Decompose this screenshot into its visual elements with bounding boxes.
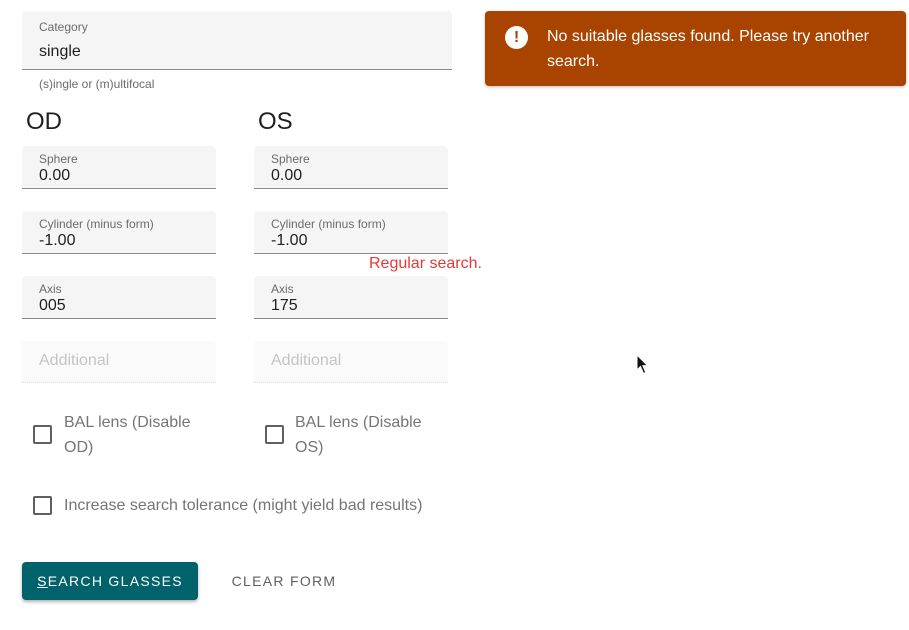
- category-label: Category: [39, 20, 88, 34]
- mouse-cursor-icon: [636, 354, 649, 375]
- od-bal-label[interactable]: BAL lens (Disable OD): [64, 410, 214, 460]
- category-field[interactable]: Category single: [22, 11, 452, 70]
- os-sphere-value: 0.00: [271, 167, 303, 184]
- os-sphere-label: Sphere: [271, 152, 310, 166]
- clear-form-button[interactable]: CLEAR FORM: [218, 562, 350, 600]
- search-mode-note: Regular search.: [369, 255, 482, 272]
- od-additional-placeholder: Additional: [39, 352, 110, 369]
- category-value: single: [39, 43, 81, 60]
- os-axis-label: Axis: [271, 282, 294, 296]
- exclamation-icon: !: [505, 26, 528, 49]
- os-bal-label[interactable]: BAL lens (Disable OS): [295, 410, 445, 460]
- od-cylinder-label: Cylinder (minus form): [39, 217, 154, 231]
- glasses-search-page: Category single (s)ingle or (m)ultifocal…: [0, 0, 909, 630]
- od-cylinder-value: -1.00: [39, 232, 76, 249]
- od-cylinder-field[interactable]: Cylinder (minus form) -1.00: [22, 211, 216, 254]
- os-cylinder-field[interactable]: Cylinder (minus form) -1.00: [254, 211, 448, 254]
- od-additional-field: Additional: [22, 341, 216, 383]
- tolerance-label[interactable]: Increase search tolerance (might yield b…: [64, 493, 422, 518]
- os-axis-field[interactable]: Axis 175: [254, 276, 448, 319]
- os-sphere-field[interactable]: Sphere 0.00: [254, 146, 448, 189]
- od-axis-label: Axis: [39, 282, 62, 296]
- error-alert: ! No suitable glasses found. Please try …: [485, 11, 906, 86]
- os-bal-checkbox[interactable]: [265, 425, 284, 444]
- os-additional-field: Additional: [254, 341, 448, 383]
- od-heading: OD: [26, 108, 62, 135]
- od-sphere-field[interactable]: Sphere 0.00: [22, 146, 216, 189]
- od-axis-field[interactable]: Axis 005: [22, 276, 216, 319]
- os-cylinder-value: -1.00: [271, 232, 308, 249]
- search-glasses-button[interactable]: S EARCH GLASSES: [22, 562, 198, 600]
- os-additional-placeholder: Additional: [271, 352, 342, 369]
- od-axis-value: 005: [39, 297, 66, 314]
- os-heading: OS: [258, 108, 293, 135]
- od-bal-checkbox[interactable]: [33, 425, 52, 444]
- tolerance-checkbox[interactable]: [33, 496, 52, 515]
- od-sphere-value: 0.00: [39, 167, 71, 184]
- category-helper-text: (s)ingle or (m)ultifocal: [39, 77, 155, 91]
- alert-message: No suitable glasses found. Please try an…: [547, 28, 869, 70]
- search-button-label: EARCH GLASSES: [47, 573, 183, 589]
- od-sphere-label: Sphere: [39, 152, 78, 166]
- os-cylinder-label: Cylinder (minus form): [271, 217, 386, 231]
- search-button-mnemonic: S: [37, 573, 48, 589]
- os-axis-value: 175: [271, 297, 298, 314]
